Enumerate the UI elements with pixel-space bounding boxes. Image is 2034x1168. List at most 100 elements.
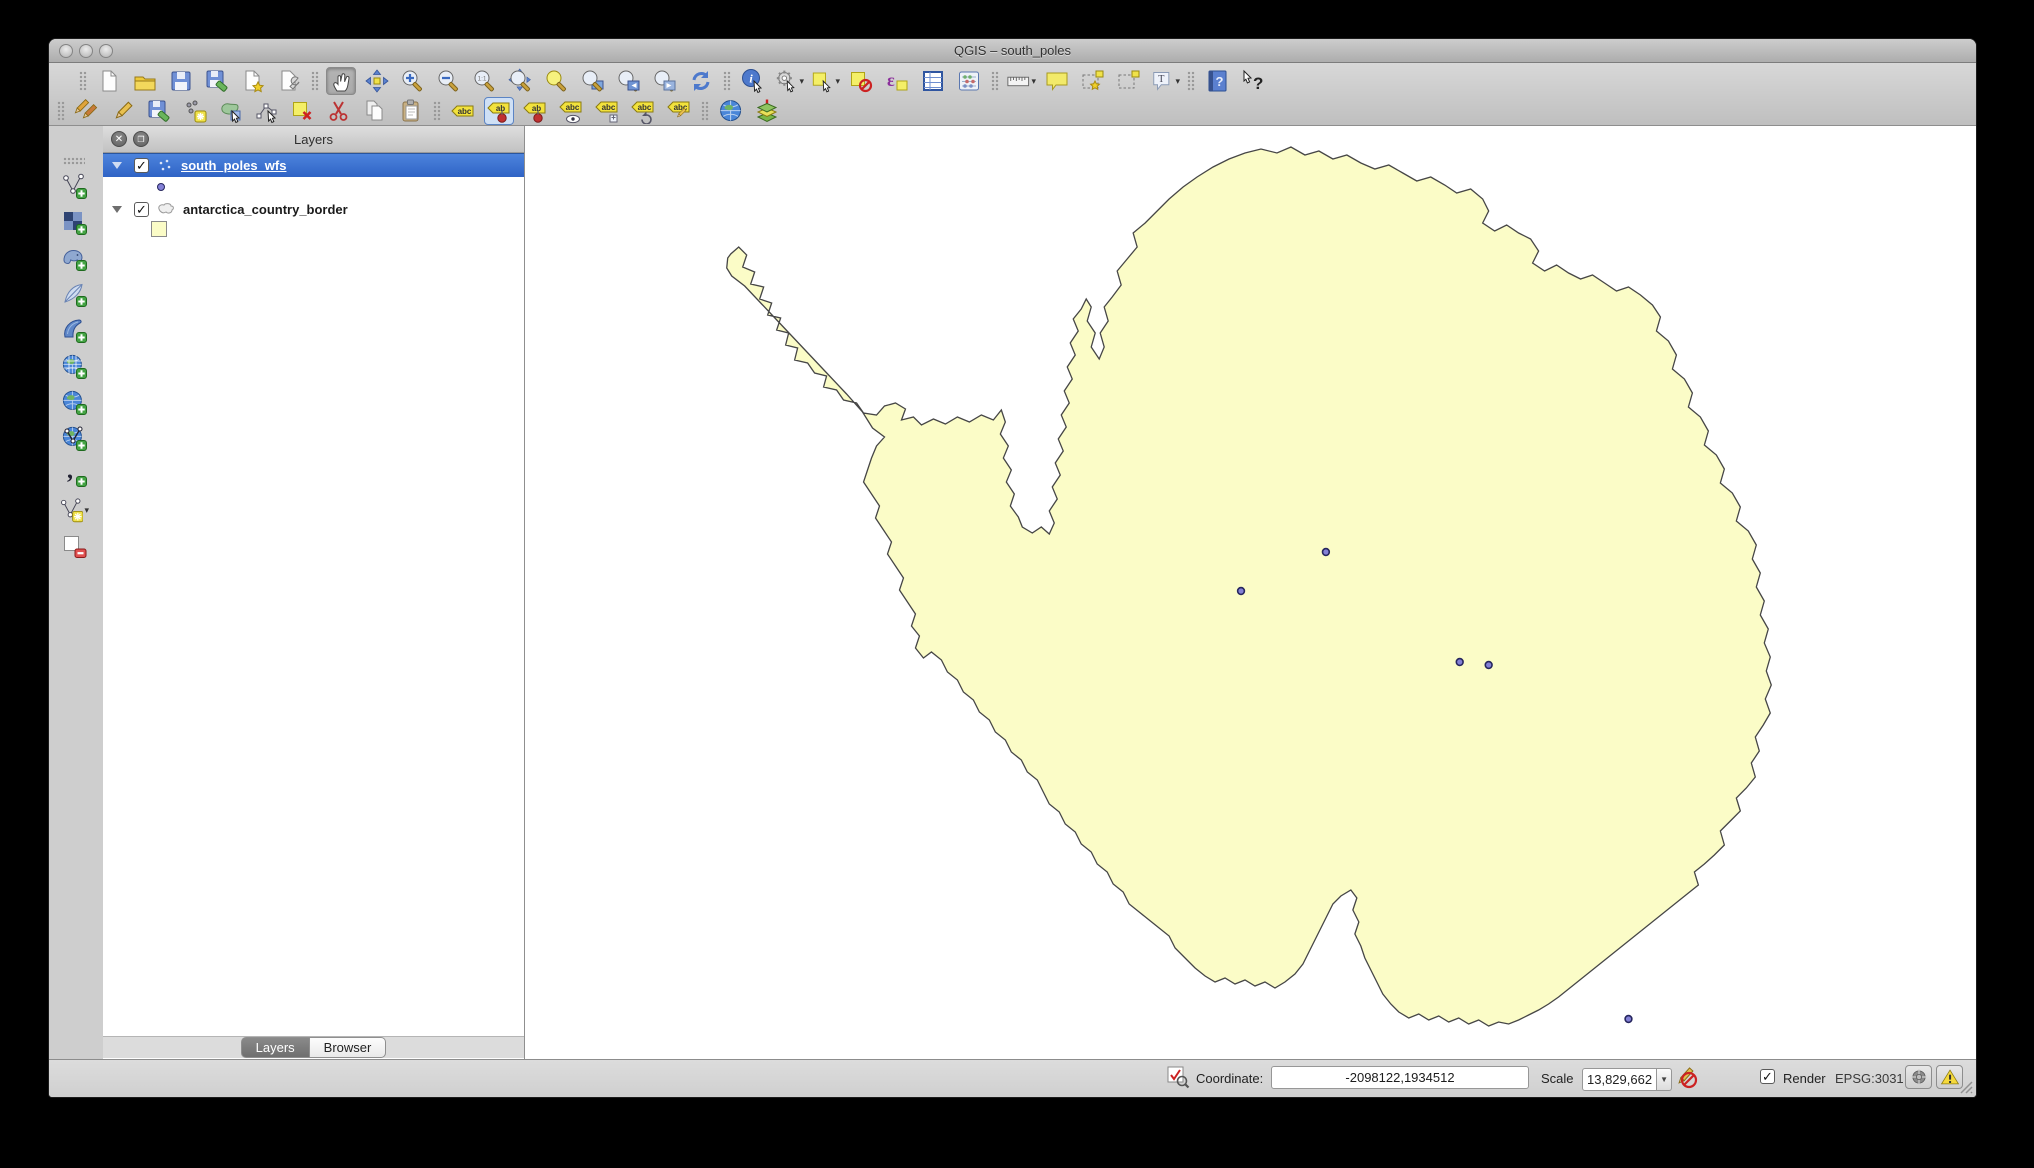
map-tips-icon[interactable] (1042, 67, 1072, 95)
zoom-in-icon[interactable] (398, 67, 428, 95)
add-vector-layer-icon[interactable] (59, 172, 89, 200)
manage-layers-toolbar: , ▾ (59, 154, 89, 564)
zoom-out-icon[interactable] (434, 67, 464, 95)
render-label: Render (1783, 1071, 1826, 1086)
remove-layer-icon[interactable] (59, 532, 89, 560)
tab-browser[interactable]: Browser (309, 1037, 387, 1058)
label-show-hide-icon[interactable]: abc (556, 97, 586, 125)
zoom-full-extent-icon[interactable] (506, 67, 536, 95)
field-calculator-icon[interactable] (954, 67, 984, 95)
show-bookmarks-icon[interactable] (1114, 67, 1144, 95)
move-feature-icon[interactable] (216, 97, 246, 125)
toolbar-area: 1:1 i ▾ ▾ ε ▾ T ▾?? abc ab ab abc abc abc abc (49, 63, 1976, 126)
new-print-composer-icon[interactable] (238, 67, 268, 95)
panel-title: Layers (293, 132, 334, 147)
label-move-icon[interactable]: abc (592, 97, 622, 125)
zoom-to-selection-icon[interactable] (542, 67, 572, 95)
wfs-point (1321, 547, 1331, 557)
render-checkbox[interactable]: ✓ (1760, 1069, 1775, 1084)
save-project-icon[interactable] (166, 67, 196, 95)
whats-this-icon[interactable]: ? (1238, 67, 1268, 95)
map-canvas[interactable] (525, 126, 1976, 1059)
zoom-to-layer-icon[interactable] (578, 67, 608, 95)
digitizing-toolbar: abc ab ab abc abc abc abc (53, 97, 1972, 125)
add-wms-layer-icon[interactable] (59, 352, 89, 380)
composer-manager-icon[interactable] (274, 67, 304, 95)
toolbar-drag-handle (723, 71, 731, 91)
new-shapefile-layer-icon[interactable]: ▾ (59, 496, 89, 524)
add-raster-layer-icon[interactable] (59, 208, 89, 236)
panel-tabs: Layers Browser (103, 1036, 524, 1058)
label-rotate-icon[interactable]: abc (628, 97, 658, 125)
svg-text:?: ? (1253, 74, 1263, 93)
text-annotation-icon[interactable]: T ▾ (1150, 67, 1180, 95)
help-contents-icon[interactable]: ? (1202, 67, 1232, 95)
point-symbol-swatch (157, 183, 165, 191)
open-project-icon[interactable] (130, 67, 160, 95)
layer-symbol-row (103, 177, 524, 197)
zoom-last-icon[interactable] (614, 67, 644, 95)
zoom-next-icon[interactable] (650, 67, 680, 95)
add-mssql-layer-icon[interactable] (59, 316, 89, 344)
add-feature-icon[interactable] (180, 97, 210, 125)
delete-selected-icon[interactable] (288, 97, 318, 125)
select-features-icon[interactable]: ▾ (810, 67, 840, 95)
measure-icon[interactable]: ▾ (1006, 67, 1036, 95)
label-pin-icon[interactable]: ab (520, 97, 550, 125)
identify-features-icon[interactable]: i (738, 67, 768, 95)
layer-checkbox[interactable]: ✓ (134, 158, 149, 173)
pan-map-icon[interactable] (326, 67, 356, 95)
toggle-editing-icon[interactable] (108, 97, 138, 125)
save-project-as-icon[interactable] (202, 67, 232, 95)
resize-grip[interactable] (1957, 1078, 1973, 1094)
pan-to-selection-icon[interactable] (362, 67, 392, 95)
coordinate-input[interactable]: -2098122,1934512 (1271, 1066, 1529, 1089)
node-tool-icon[interactable] (252, 97, 282, 125)
svg-text:abc: abc (602, 103, 616, 112)
layer-stack-plugin-icon[interactable] (752, 97, 782, 125)
stop-render-icon[interactable] (1674, 1065, 1698, 1089)
zoom-actual-size-icon[interactable]: 1:1 (470, 67, 500, 95)
refresh-map-icon[interactable] (686, 67, 716, 95)
add-spatialite-layer-icon[interactable] (59, 280, 89, 308)
add-wfs-layer-icon[interactable] (59, 424, 89, 452)
add-postgis-layer-icon[interactable] (59, 244, 89, 272)
label-pin-active-icon[interactable]: ab (484, 97, 514, 125)
current-edits-icon[interactable] (72, 97, 102, 125)
expand-triangle-icon[interactable] (112, 162, 122, 169)
expand-triangle-icon[interactable] (112, 205, 122, 213)
add-wcs-layer-icon[interactable] (59, 388, 89, 416)
toolbar-drag-handle (57, 101, 65, 121)
save-layer-edits-icon[interactable] (144, 97, 174, 125)
layer-item-south-poles-wfs[interactable]: ✓ south_poles_wfs (103, 153, 524, 177)
toolbar-drag-handle (991, 71, 999, 91)
select-by-expression-icon[interactable]: ε (882, 67, 912, 95)
paste-features-icon[interactable] (396, 97, 426, 125)
wfs-point (1624, 1014, 1633, 1024)
crs-status-icon[interactable] (1905, 1065, 1932, 1089)
open-attribute-table-icon[interactable] (918, 67, 948, 95)
svg-text:ε: ε (887, 70, 895, 90)
layer-checkbox[interactable]: ✓ (134, 201, 149, 217)
toolbar-drag-handle (63, 157, 85, 165)
add-delimited-text-layer-icon[interactable]: , (59, 460, 89, 488)
coordinate-label: Coordinate: (1196, 1071, 1264, 1086)
toggle-extents-icon[interactable] (1166, 1065, 1190, 1089)
run-feature-action-icon[interactable]: ▾ (774, 67, 804, 95)
scale-combo[interactable]: 13,829,662 ▼ (1582, 1068, 1673, 1091)
main-area: , ▾ ✕ ❐ Layers ✓ south_poles_wfs ✓ antar… (49, 126, 1976, 1059)
title-bar[interactable]: QGIS – south_poles (49, 39, 1976, 63)
new-bookmark-icon[interactable] (1078, 67, 1108, 95)
svg-text:T: T (1158, 74, 1165, 85)
cut-features-icon[interactable] (324, 97, 354, 125)
deselect-features-icon[interactable] (846, 67, 876, 95)
new-project-icon[interactable] (94, 67, 124, 95)
label-properties-icon[interactable]: abc (664, 97, 694, 125)
toolbar-drag-handle (79, 71, 87, 91)
layer-item-antarctica-country-border[interactable]: ✓ antarctica_country_border (103, 197, 524, 221)
toolbar-drag-handle (311, 71, 319, 91)
copy-features-icon[interactable] (360, 97, 390, 125)
web-globe-icon[interactable] (716, 97, 746, 125)
tab-layers[interactable]: Layers (240, 1037, 310, 1058)
labeling-icon[interactable]: abc (448, 97, 478, 125)
